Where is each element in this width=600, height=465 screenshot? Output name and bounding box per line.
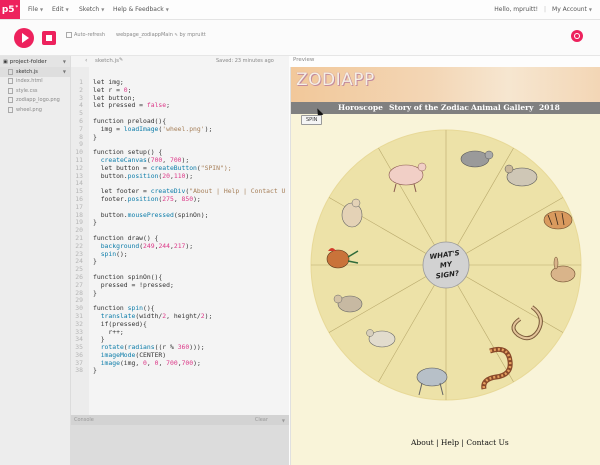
collapse-sidebar-icon[interactable]: ‹ (85, 57, 87, 64)
code-line[interactable]: footer.position(275, 850); (93, 195, 285, 204)
menu-file[interactable]: File ▼ (28, 6, 43, 13)
auto-refresh-toggle[interactable]: Auto-refresh (66, 32, 105, 38)
p5-logo[interactable]: p5 * (0, 0, 20, 19)
nav-link-2018[interactable]: 2018 (539, 103, 560, 112)
file-icon (8, 68, 13, 75)
top-nav: p5 * File ▼ Edit ▼ Sketch ▼ Help & Feedback ▼… (0, 0, 600, 20)
code-editor[interactable]: 1 2 3 4 5 6 7 8 9 10 11 12 13 14 15 16 17 18 19 20 21 22 23 24 2… (71, 67, 289, 415)
chevron-down-icon: ▼ (65, 7, 69, 12)
stop-button[interactable] (42, 31, 56, 45)
chevron-down-icon[interactable]: ▼ (63, 59, 66, 64)
file-item-sketch-js[interactable]: sketch.js ▼ (0, 67, 70, 77)
code-line[interactable]: } (93, 133, 285, 142)
file-sidebar: ▣ project-folder ▼ sketch.js ▼ index.htm… (0, 56, 71, 465)
nav-separator: | (544, 6, 547, 13)
code-lines[interactable]: let img; let r = 0; let button; let pressed… (93, 78, 285, 375)
menu-edit[interactable]: Edit ▼ (52, 6, 69, 13)
project-title[interactable]: webpage_zodiappMain ✎ by mpruitt (116, 32, 206, 38)
console-label: Console (74, 417, 94, 423)
zodiapp-logo: ZODIAPP (296, 70, 375, 90)
line-number-gutter: 1 2 3 4 5 6 7 8 9 10 11 12 13 14 15 16 17 18 19 20 21 22 23 24 2… (71, 67, 89, 415)
line-number: 38 (75, 366, 83, 375)
line-number: 4 (79, 101, 83, 110)
chevron-down-icon[interactable]: ▼ (282, 418, 285, 423)
auto-refresh-label: Auto-refresh (74, 32, 106, 38)
chevron-down-icon[interactable]: ▼ (63, 69, 66, 74)
code-line[interactable]: } (93, 289, 285, 298)
toolbar: Auto-refresh webpage_zodiappMain ✎ by mp… (0, 20, 600, 56)
project-folder-header[interactable]: ▣ project-folder ▼ (0, 56, 70, 67)
code-line[interactable]: let pressed = false; (93, 101, 285, 110)
chevron-down-icon: ▼ (165, 7, 169, 12)
code-line[interactable]: image(img, 0, 0, 700,700); (93, 359, 285, 368)
folder-icon: ▣ (3, 58, 8, 65)
file-item-index-html[interactable]: index.html (0, 77, 70, 87)
file-item-wheel-png[interactable]: wheel.png (0, 105, 70, 115)
menu-help-feedback[interactable]: Help & Feedback ▼ (113, 6, 169, 13)
nav-link-story-of-the-zodiac[interactable]: Story of the Zodiac (389, 103, 469, 112)
chevron-down-icon: ▼ (588, 7, 592, 12)
code-line[interactable]: spin(); (93, 250, 285, 259)
pencil-icon[interactable]: ✎ (119, 57, 123, 63)
console-clear-button[interactable]: Clear (255, 417, 268, 423)
code-line[interactable]: img = loadImage('wheel.png'); (93, 125, 285, 134)
line-number: 3 (79, 93, 83, 102)
nav-link-animal-gallery[interactable]: Animal Gallery (471, 103, 533, 112)
line-number: 8 (79, 132, 83, 141)
chevron-down-icon: ▼ (40, 7, 44, 12)
code-line[interactable]: button.position(20,110); (93, 172, 285, 181)
site-navbar: Horoscope Story of the Zodiac Animal Gal… (291, 102, 600, 114)
footer-links[interactable]: About | Help | Contact Us (411, 438, 509, 447)
code-line[interactable]: } (93, 219, 285, 227)
file-item-style-css[interactable]: style.css (0, 86, 70, 96)
line-number: 2 (79, 85, 83, 94)
zodiac-wheel: WHAT'S MY SIGN? (310, 129, 582, 401)
line-number: 7 (79, 124, 83, 133)
settings-gear-icon[interactable] (571, 30, 583, 42)
nav-link-horoscope[interactable]: Horoscope (338, 103, 383, 112)
code-line[interactable]: } (93, 367, 285, 375)
code-line[interactable]: } (93, 258, 285, 266)
editor-file-name: sketch.js (95, 58, 120, 64)
chevron-down-icon: ▼ (101, 7, 105, 12)
line-number: 6 (79, 116, 83, 125)
file-icon (8, 97, 13, 104)
saved-status: Saved: 23 minutes ago (216, 58, 274, 64)
editor-tabbar: ‹ sketch.js ✎ Saved: 23 minutes ago (71, 56, 289, 67)
preview-frame[interactable]: ZODIAPP Horoscope Story of the Zodiac An… (290, 67, 600, 465)
code-line[interactable]: r++; (93, 328, 285, 337)
preview-label: Preview (293, 57, 315, 63)
file-item-zodiapp-logo[interactable]: zodiapp_logo.png (0, 96, 70, 106)
author-label: by mpruitt (179, 32, 206, 38)
user-greeting: Hello, mpruitt! (494, 6, 539, 13)
zodiapp-banner: ZODIAPP (291, 67, 600, 102)
file-icon (8, 106, 13, 113)
animal-tiger-illustration (543, 210, 573, 230)
my-account-menu[interactable]: My Account ▼ (552, 6, 592, 13)
line-number: 5 (79, 109, 83, 118)
pencil-icon[interactable]: ✎ (175, 32, 178, 37)
play-button[interactable] (14, 28, 34, 48)
spin-button[interactable]: SPIN (301, 115, 323, 125)
auto-refresh-checkbox[interactable] (66, 32, 72, 38)
menu-sketch[interactable]: Sketch ▼ (79, 6, 104, 13)
code-line[interactable]: button.mousePressed(spinOn); (93, 211, 285, 220)
line-number: 1 (79, 78, 83, 86)
console-panel: Console Clear ▼ (71, 415, 289, 465)
file-icon (8, 87, 13, 94)
file-icon (8, 78, 13, 85)
code-line[interactable]: pressed = !pressed; (93, 281, 285, 290)
